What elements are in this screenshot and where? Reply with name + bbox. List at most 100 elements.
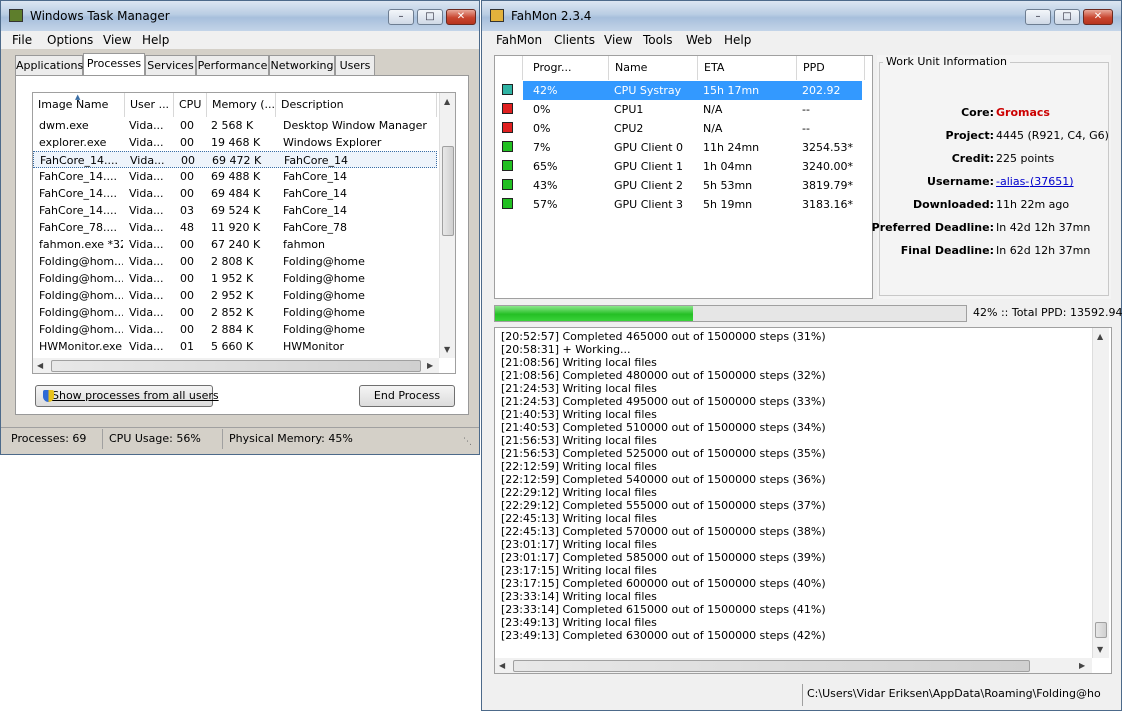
proc-description: Folding@home: [283, 306, 365, 319]
total-ppd-text: 42% :: Total PPD: 13592.94: [973, 306, 1123, 319]
column-progress[interactable]: Progr...: [523, 56, 609, 80]
tab-performance[interactable]: Performance: [196, 55, 269, 75]
proc-user: Vida...: [129, 323, 164, 336]
table-row[interactable]: FahCore_14.... Vida... 03 69 524 K FahCore_1…: [33, 202, 437, 219]
scroll-left-icon[interactable]: ◀: [37, 361, 43, 370]
table-row[interactable]: Folding@hom... Vida... 00 2 808 K Folding@ho…: [33, 253, 437, 270]
scroll-up-icon[interactable]: ▲: [444, 97, 450, 106]
menu-help[interactable]: Help: [142, 33, 169, 47]
client-row[interactable]: 42% CPU Systray 15h 17mn 202.92: [502, 81, 862, 100]
process-list-hscroll[interactable]: ◀ ▶: [33, 358, 439, 373]
column-description[interactable]: Description: [276, 93, 437, 117]
menu-web[interactable]: Web: [686, 33, 712, 47]
work-unit-row: Username: -alias- (37651): [877, 175, 1113, 193]
log-hscroll[interactable]: ◀ ▶: [495, 658, 1092, 673]
log-vscroll-thumb[interactable]: [1095, 622, 1107, 638]
table-row[interactable]: FahCore_14.... Vida... 00 69 488 K FahCore_1…: [33, 168, 437, 185]
proc-cpu: 00: [181, 154, 195, 167]
log-line: [20:52:57] Completed 465000 out of 15000…: [501, 330, 826, 343]
client-progress: 43%: [533, 179, 558, 192]
close-button[interactable]: ✕: [446, 9, 476, 25]
table-row[interactable]: HWMonitor.exe Vida... 01 5 660 K HWMonitor: [33, 338, 437, 355]
fahmon-titlebar[interactable]: FahMon 2.3.4 – □ ✕: [482, 1, 1121, 31]
fahmon-maximize-button[interactable]: □: [1054, 9, 1080, 25]
column-user[interactable]: User ...: [125, 93, 174, 117]
tab-networking[interactable]: Networking: [269, 55, 335, 75]
task-manager-titlebar[interactable]: Windows Task Manager – □ ✕: [1, 1, 479, 31]
end-process-button[interactable]: End Process: [359, 385, 455, 407]
log-vscroll[interactable]: ▲ ▼: [1092, 328, 1109, 658]
work-unit-value: 225 points: [996, 152, 1055, 165]
menu-file[interactable]: File: [12, 33, 32, 47]
menu-view[interactable]: View: [604, 33, 632, 47]
process-list-vscroll[interactable]: ▲ ▼: [439, 93, 455, 358]
tab-services[interactable]: Services: [145, 55, 196, 75]
table-row[interactable]: dwm.exe Vida... 00 2 568 K Desktop Window Ma…: [33, 117, 437, 134]
table-row[interactable]: FahCore_14.... Vida... 00 69 472 K FahCore_1…: [33, 151, 437, 168]
log-line: [22:29:12] Writing local files: [501, 486, 657, 499]
log-lines: [20:52:57] Completed 465000 out of 15000…: [495, 330, 1092, 658]
work-unit-label: Core:: [961, 106, 994, 119]
work-unit-value[interactable]: -alias-: [996, 175, 1029, 188]
tab-applications[interactable]: Applications: [15, 55, 83, 75]
tab-users[interactable]: Users: [335, 55, 375, 75]
maximize-button[interactable]: □: [417, 9, 443, 25]
client-row[interactable]: 0% CPU2 N/A --: [495, 119, 865, 138]
proc-user: Vida...: [129, 255, 164, 268]
column-status[interactable]: [495, 56, 523, 80]
menu-tools[interactable]: Tools: [643, 33, 673, 47]
log-line: [23:33:14] Writing local files: [501, 590, 657, 603]
column-eta[interactable]: ETA: [698, 56, 797, 80]
proc-image-name: Folding@hom...: [39, 323, 123, 336]
menu-view[interactable]: View: [103, 33, 131, 47]
client-row[interactable]: 43% GPU Client 2 5h 53mn 3819.79*: [495, 176, 865, 195]
fahmon-window: FahMon 2.3.4 – □ ✕ FahMon Clients View T…: [481, 0, 1122, 711]
hscroll-thumb[interactable]: [51, 360, 421, 372]
log-scroll-left-icon[interactable]: ◀: [499, 661, 505, 670]
log-scroll-down-icon[interactable]: ▼: [1097, 645, 1103, 654]
scroll-down-icon[interactable]: ▼: [444, 345, 450, 354]
username-id-link[interactable]: (37651): [1030, 175, 1074, 188]
client-row[interactable]: 57% GPU Client 3 5h 19mn 3183.16*: [495, 195, 865, 214]
proc-memory: 67 240 K: [211, 238, 261, 251]
table-row[interactable]: Folding@hom... Vida... 00 1 952 K Folding@ho…: [33, 270, 437, 287]
client-name: CPU2: [614, 122, 644, 135]
menu-fahmon[interactable]: FahMon: [496, 33, 542, 47]
log-scroll-right-icon[interactable]: ▶: [1079, 661, 1085, 670]
fahmon-close-button[interactable]: ✕: [1083, 9, 1113, 25]
table-row[interactable]: FahCore_14.... Vida... 00 69 484 K FahCore_1…: [33, 185, 437, 202]
fahmon-minimize-button[interactable]: –: [1025, 9, 1051, 25]
table-row[interactable]: FahCore_78.... Vida... 48 11 920 K FahCore_7…: [33, 219, 437, 236]
vscroll-thumb[interactable]: [442, 146, 454, 236]
log-scroll-up-icon[interactable]: ▲: [1097, 332, 1103, 341]
column-ppd[interactable]: PPD: [797, 56, 865, 80]
resize-grip-icon[interactable]: ⋱: [463, 437, 472, 447]
menu-clients[interactable]: Clients: [554, 33, 595, 47]
task-manager-title: Windows Task Manager: [30, 9, 170, 23]
table-row[interactable]: Folding@hom... Vida... 00 2 884 K Folding@ho…: [33, 321, 437, 338]
table-row[interactable]: explorer.exe Vida... 00 19 468 K Windows Exp…: [33, 134, 437, 151]
client-row[interactable]: 0% CPU1 N/A --: [495, 100, 865, 119]
proc-cpu: 00: [180, 238, 194, 251]
client-row[interactable]: 7% GPU Client 0 11h 24mn 3254.53*: [495, 138, 865, 157]
table-row[interactable]: Folding@hom... Vida... 00 2 952 K Folding@ho…: [33, 287, 437, 304]
work-unit-panel: Work Unit Information Core: Gromacs Projec…: [872, 55, 1113, 299]
table-row[interactable]: Folding@hom... Vida... 00 2 852 K Folding@ho…: [33, 304, 437, 321]
column-name[interactable]: Name: [609, 56, 698, 80]
show-all-processes-button[interactable]: Show processes from all users: [35, 385, 219, 407]
tab-processes[interactable]: Processes: [83, 53, 145, 76]
minimize-button[interactable]: –: [388, 9, 414, 25]
log-hscroll-thumb[interactable]: [513, 660, 1030, 672]
proc-description: Folding@home: [283, 323, 365, 336]
menu-options[interactable]: Options: [47, 33, 93, 47]
column-cpu[interactable]: CPU: [174, 93, 207, 117]
scroll-right-icon[interactable]: ▶: [427, 361, 433, 370]
work-unit-row: Final Deadline: In 62d 12h 37mn: [877, 244, 1113, 262]
client-ppd: --: [802, 122, 810, 135]
work-unit-value: 11h 22m ago: [996, 198, 1070, 211]
column-memory[interactable]: Memory (...: [207, 93, 276, 117]
client-row[interactable]: 65% GPU Client 1 1h 04mn 3240.00*: [495, 157, 865, 176]
work-unit-label: Project:: [945, 129, 994, 142]
menu-help[interactable]: Help: [724, 33, 751, 47]
table-row[interactable]: fahmon.exe *32 Vida... 00 67 240 K fahmon: [33, 236, 437, 253]
